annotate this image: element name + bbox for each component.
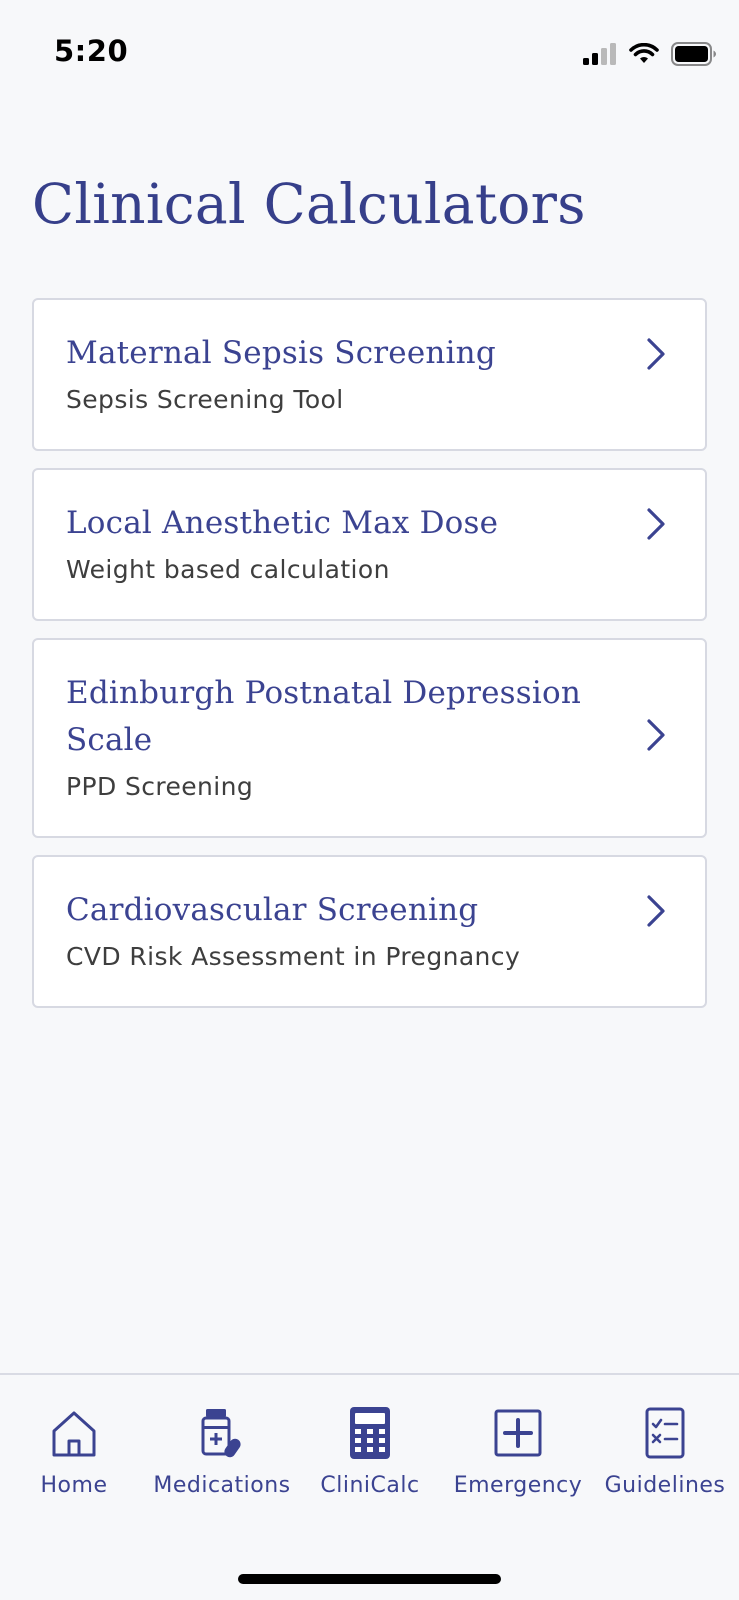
home-icon — [52, 1411, 96, 1457]
calculator-card-title: Cardiovascular Screening — [66, 892, 479, 928]
page-title: Clinical Calculators — [32, 172, 586, 236]
calculator-card-subtitle: PPD Screening — [66, 772, 254, 801]
wifi-icon — [629, 43, 659, 63]
calculator-card-local-anesthetic[interactable]: Local Anesthetic Max Dose Weight based c… — [32, 468, 707, 621]
status-bar: 5:20 — [0, 0, 739, 100]
calculator-card-cardiovascular[interactable]: Cardiovascular Screening CVD Risk Assess… — [32, 855, 707, 1008]
tab-label: CliniCalc — [320, 1473, 420, 1498]
calculator-card-title: Local Anesthetic Max Dose — [66, 505, 499, 541]
tab-label: Emergency — [453, 1473, 583, 1498]
status-icons — [583, 40, 717, 68]
cellular-signal-icon — [583, 43, 616, 65]
tab-medications[interactable]: Medications — [148, 1405, 296, 1498]
calculator-card-subtitle: Weight based calculation — [66, 555, 390, 584]
chevron-right-icon — [647, 508, 665, 540]
calculator-card-edinburgh-postnatal[interactable]: Edinburgh Postnatal Depression Scale PPD… — [32, 638, 707, 838]
tab-home[interactable]: Home — [0, 1405, 148, 1498]
tab-label: Home — [40, 1473, 108, 1498]
status-time: 5:20 — [54, 34, 129, 68]
calculator-icon — [350, 1407, 390, 1459]
calculator-card-title: Maternal Sepsis Screening — [66, 335, 496, 371]
bottom-tab-bar: Home Medications CliniCalc Emergency Gui… — [0, 1373, 739, 1600]
tab-label: Guidelines — [604, 1473, 726, 1498]
battery-icon — [671, 42, 716, 66]
calculator-card-subtitle: Sepsis Screening Tool — [66, 385, 344, 414]
calculator-card-maternal-sepsis[interactable]: Maternal Sepsis Screening Sepsis Screeni… — [32, 298, 707, 451]
checklist-icon — [645, 1407, 685, 1459]
calculator-card-title: Edinburgh Postnatal Depression Scale — [66, 675, 582, 758]
home-indicator[interactable] — [238, 1574, 501, 1584]
chevron-right-icon — [647, 719, 665, 751]
emergency-plus-icon — [494, 1409, 542, 1457]
calculator-card-subtitle: CVD Risk Assessment in Pregnancy — [66, 942, 521, 971]
chevron-right-icon — [647, 338, 665, 370]
medications-icon — [201, 1409, 241, 1458]
calculator-list: Maternal Sepsis Screening Sepsis Screeni… — [32, 298, 707, 1025]
chevron-right-icon — [647, 895, 665, 927]
tab-label: Medications — [153, 1473, 291, 1498]
tab-clinicalc[interactable]: CliniCalc — [296, 1405, 444, 1498]
tab-emergency[interactable]: Emergency — [444, 1405, 592, 1498]
tab-guidelines[interactable]: Guidelines — [591, 1405, 739, 1498]
